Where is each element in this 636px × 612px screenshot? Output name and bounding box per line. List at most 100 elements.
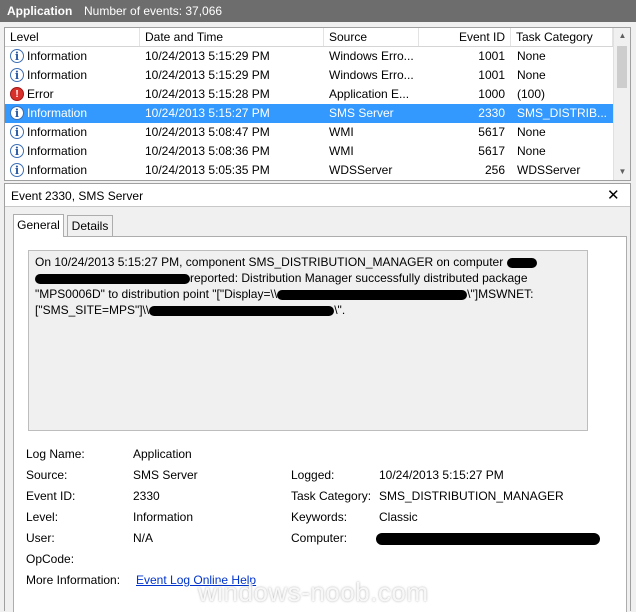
desc-line-2: reported: Distribution Manager successfu… <box>190 271 528 285</box>
info-icon: i <box>10 163 24 177</box>
detail-header: Event 2330, SMS Server ✕ <box>5 184 630 207</box>
label-user: User: <box>26 531 55 545</box>
cell-date: 10/24/2013 5:15:27 PM <box>145 106 270 120</box>
tab-general[interactable]: General <box>13 214 64 237</box>
desc-line-5: ["SMS_SITE=MPS"]\\ <box>35 303 150 317</box>
event-count: Number of events: 37,066 <box>84 4 223 18</box>
cell-id: 5617 <box>478 144 505 158</box>
cell-source: Application E... <box>329 87 410 101</box>
event-row[interactable]: i Information 10/24/2013 5:05:35 PM WDSServ… <box>5 161 613 180</box>
redaction-mark <box>277 289 468 300</box>
close-icon[interactable]: ✕ <box>607 186 620 204</box>
desc-line-3: "MPS0006D" to distribution point "["Disp… <box>35 287 278 301</box>
redaction-mark <box>149 305 335 316</box>
desc-line-4: \"]MSWNET: <box>467 287 534 301</box>
cell-task: None <box>517 144 546 158</box>
cell-id: 5617 <box>478 125 505 139</box>
label-event-id: Event ID: <box>26 489 76 503</box>
value-event-id: 2330 <box>133 489 160 503</box>
cell-date: 10/24/2013 5:08:36 PM <box>145 144 270 158</box>
cell-level: Information <box>27 125 88 139</box>
cell-task: WDSServer <box>517 163 581 177</box>
label-task-category: Task Category: <box>291 489 372 503</box>
scroll-down-arrow-icon[interactable]: ▼ <box>614 164 630 180</box>
cell-source: Windows Erro... <box>329 49 414 63</box>
desc-line-1: On 10/24/2013 5:15:27 PM, component SMS_… <box>35 255 504 269</box>
label-opcode: OpCode: <box>26 552 75 566</box>
column-header-source[interactable]: Source <box>324 28 419 46</box>
cell-date: 10/24/2013 5:15:28 PM <box>145 87 270 101</box>
events-scrollbar[interactable]: ▲ ▼ <box>613 28 630 180</box>
cell-level: Information <box>27 144 88 158</box>
scroll-up-arrow-icon[interactable]: ▲ <box>614 28 630 44</box>
computer-name-redaction <box>376 533 600 545</box>
info-icon: i <box>10 125 24 139</box>
event-row[interactable]: i Information 10/24/2013 5:08:36 PM WMI 5617… <box>5 142 613 161</box>
cell-level: Information <box>27 49 88 63</box>
cell-source: Windows Erro... <box>329 68 414 82</box>
event-detail-pane: Event 2330, SMS Server ✕ General Details… <box>4 183 631 612</box>
cell-date: 10/24/2013 5:08:47 PM <box>145 125 270 139</box>
label-logged: Logged: <box>291 468 335 482</box>
label-source: Source: <box>26 468 68 482</box>
value-task-category: SMS_DISTRIBUTION_MANAGER <box>379 489 564 503</box>
cell-source: WMI <box>329 144 354 158</box>
cell-level: Information <box>27 68 88 82</box>
label-log-name: Log Name: <box>26 447 85 461</box>
column-header-task-category[interactable]: Task Category <box>511 28 613 46</box>
cell-task: None <box>517 49 546 63</box>
value-source: SMS Server <box>133 468 198 482</box>
event-row[interactable]: i Information 10/24/2013 5:15:29 PM Windows… <box>5 47 613 66</box>
general-tab-panel: On 10/24/2013 5:15:27 PM, component SMS_… <box>13 236 627 612</box>
cell-id: 256 <box>484 163 505 177</box>
cell-source: SMS Server <box>329 106 394 120</box>
label-level: Level: <box>26 510 59 524</box>
cell-id: 1000 <box>478 87 505 101</box>
cell-source: WMI <box>329 125 354 139</box>
event-row[interactable]: ! Error 10/24/2013 5:15:28 PM Application E… <box>5 85 613 104</box>
cell-task: None <box>517 68 546 82</box>
cell-date: 10/24/2013 5:15:29 PM <box>145 49 270 63</box>
redaction-mark <box>506 257 537 268</box>
cell-task: (100) <box>517 87 546 101</box>
cell-task: SMS_DISTRIB... <box>517 106 608 120</box>
cell-date: 10/24/2013 5:15:29 PM <box>145 68 270 82</box>
value-user: N/A <box>133 531 154 545</box>
cell-id: 1001 <box>478 49 505 63</box>
value-level: Information <box>133 510 194 524</box>
event-row[interactable]: i Information 10/24/2013 5:15:29 PM Windows… <box>5 66 613 85</box>
cell-id: 1001 <box>478 68 505 82</box>
value-log-name: Application <box>133 447 192 461</box>
tab-details[interactable]: Details <box>67 215 113 236</box>
info-icon: i <box>10 68 24 82</box>
event-description[interactable]: On 10/24/2013 5:15:27 PM, component SMS_… <box>28 250 588 431</box>
column-header-event-id[interactable]: Event ID <box>419 28 511 46</box>
value-keywords: Classic <box>379 510 418 524</box>
cell-id: 2330 <box>478 106 505 120</box>
cell-task: None <box>517 125 546 139</box>
label-computer: Computer: <box>291 531 348 545</box>
scroll-thumb[interactable] <box>617 46 627 88</box>
column-header-row: Level Date and Time Source Event ID Task… <box>5 28 613 47</box>
cell-level: Information <box>27 163 88 177</box>
label-more-information: More Information: <box>26 573 121 587</box>
event-row[interactable]: i Information 10/24/2013 5:15:27 PM SMS Ser… <box>5 104 613 123</box>
log-title: Application <box>7 4 73 18</box>
watermark: windows-noob.com <box>198 577 429 607</box>
label-keywords: Keywords: <box>291 510 348 524</box>
cell-date: 10/24/2013 5:05:35 PM <box>145 163 270 177</box>
log-header-bar: Application Number of events: 37,066 <box>0 0 636 22</box>
value-logged: 10/24/2013 5:15:27 PM <box>379 468 504 482</box>
column-header-level[interactable]: Level <box>5 28 140 46</box>
event-row[interactable]: i Information 10/24/2013 5:08:47 PM WMI 5617… <box>5 123 613 142</box>
info-icon: i <box>10 106 24 120</box>
info-icon: i <box>10 49 24 63</box>
error-icon: ! <box>10 87 24 101</box>
cell-level: Error <box>27 87 54 101</box>
cell-level: Information <box>27 106 88 120</box>
detail-title: Event 2330, SMS Server <box>11 189 144 203</box>
events-list[interactable]: Level Date and Time Source Event ID Task… <box>4 27 631 181</box>
redaction-mark <box>35 273 190 284</box>
column-header-date[interactable]: Date and Time <box>140 28 324 46</box>
info-icon: i <box>10 144 24 158</box>
